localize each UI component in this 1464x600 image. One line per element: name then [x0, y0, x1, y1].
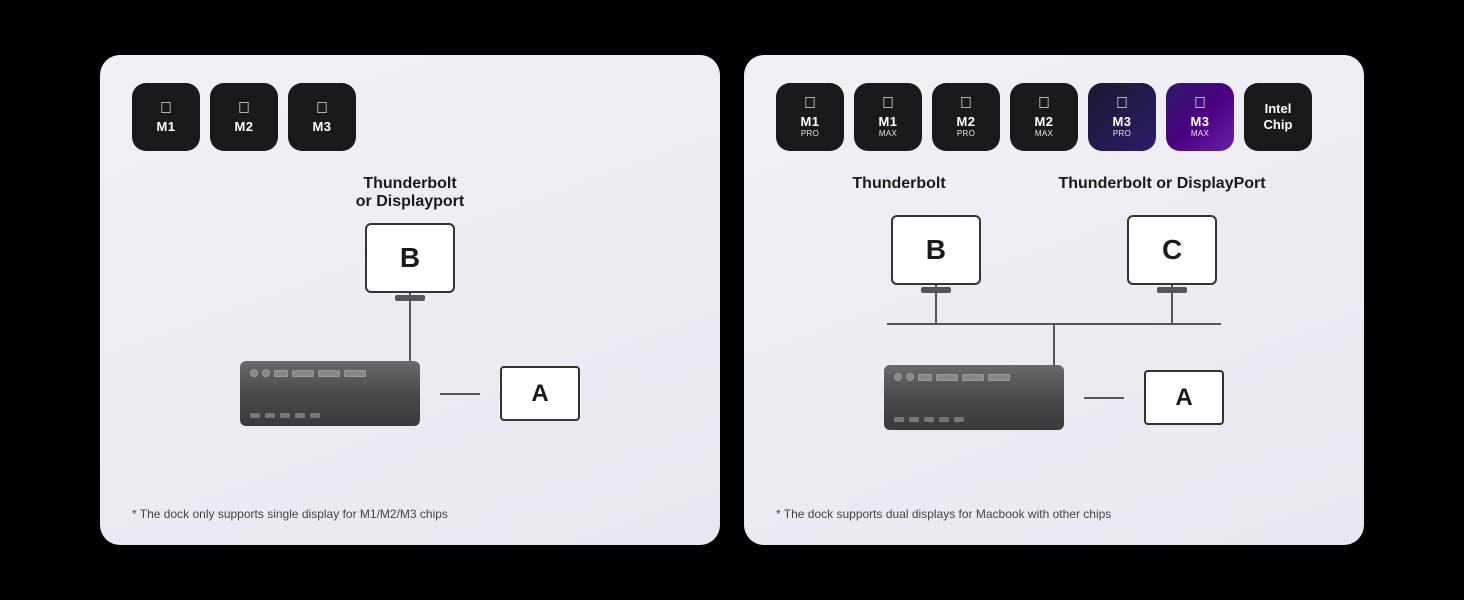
dual-footnote: * The dock supports dual displays for Ma…: [776, 487, 1332, 521]
port-1: [250, 369, 258, 377]
port-tb-1: [250, 413, 260, 418]
center-v-line: [1053, 325, 1055, 365]
chip-badge-m2-pro:  M2 PRO: [932, 83, 1000, 151]
dp-2: [906, 373, 914, 381]
chip-name-m2-pro: M2: [956, 114, 975, 129]
apple-logo-m1-max: : [882, 96, 894, 112]
port-tb-2: [265, 413, 275, 418]
chip-name-m1: M1: [156, 119, 175, 134]
laptop-a-dual: A: [1144, 370, 1224, 425]
apple-logo-m2: : [238, 101, 250, 117]
dual-diagram: Thunderbolt Thunderbolt or DisplayPort B: [776, 175, 1332, 487]
single-diagram: Thunderboltor Displayport B: [132, 175, 688, 487]
chip-sub-m3-max: MAX: [1191, 129, 1209, 138]
chip-sub-m2-pro: PRO: [957, 129, 975, 138]
apple-logo-m1-pro: : [804, 96, 816, 112]
chip-badge-m1-pro:  M1 PRO: [776, 83, 844, 151]
dock-device-single: [240, 361, 420, 426]
single-v-connector: [409, 301, 411, 361]
chip-badge-m3-pro:  M3 PRO: [1088, 83, 1156, 151]
port-6: [344, 370, 366, 377]
single-display-panel:  M1  M2  M3 Thunderboltor Displayport…: [100, 55, 720, 545]
chip-sub-m1-max: MAX: [879, 129, 897, 138]
port-2: [262, 369, 270, 377]
dock-ports-top: [250, 369, 410, 377]
apple-logo-m2-max: : [1038, 96, 1050, 112]
chip-badge-m3-max:  M3 MAX: [1166, 83, 1234, 151]
dock-ports-top-dual: [894, 373, 1054, 381]
dock-ports-bottom-dual: [894, 417, 1054, 422]
port-tb-4: [295, 413, 305, 418]
single-display-label: Thunderboltor Displayport: [356, 175, 464, 211]
chip-sub-m2-max: MAX: [1035, 129, 1053, 138]
dtb-3: [924, 417, 934, 422]
apple-logo-m3-max: : [1194, 96, 1206, 112]
dp-3: [918, 374, 932, 381]
port-4: [292, 370, 314, 377]
dock-row-dual: A: [884, 365, 1224, 430]
dual-h-connector: [1084, 397, 1124, 399]
port-tb-3: [280, 413, 290, 418]
chip-badge-m2-max:  M2 MAX: [1010, 83, 1078, 151]
chip-badge-m1-max:  M1 MAX: [854, 83, 922, 151]
monitor-b-col: B: [891, 215, 981, 323]
chip-name-m2-max: M2: [1034, 114, 1053, 129]
chip-name-m1-pro: M1: [800, 114, 819, 129]
dock-device-dual: [884, 365, 1064, 430]
laptop-a-single: A: [500, 366, 580, 421]
chip-name-m3-pro: M3: [1112, 114, 1131, 129]
port-5: [318, 370, 340, 377]
monitor-b-letter: B: [400, 242, 420, 274]
chip-name-m2: M2: [234, 119, 253, 134]
dp-1: [894, 373, 902, 381]
dual-label-c: Thunderbolt or DisplayPort: [1058, 175, 1265, 193]
dtb-1: [894, 417, 904, 422]
single-h-connector: [440, 393, 480, 395]
chip-badge-m3:  M3: [288, 83, 356, 151]
chip-name-m3-max: M3: [1190, 114, 1209, 129]
dp-4: [936, 374, 958, 381]
chip-badge-intel: IntelChip: [1244, 83, 1312, 151]
monitor-c-col: C: [1127, 215, 1217, 323]
apple-logo-m3-pro: : [1116, 96, 1128, 112]
chip-badge-m1:  M1: [132, 83, 200, 151]
dtb-5: [954, 417, 964, 422]
chip-badge-m2:  M2: [210, 83, 278, 151]
chip-name-m1-max: M1: [878, 114, 897, 129]
dock-ports-bottom: [250, 413, 410, 418]
chips-row-single:  M1  M2  M3: [132, 83, 688, 151]
apple-logo-m1: : [160, 101, 172, 117]
main-container:  M1  M2  M3 Thunderboltor Displayport…: [0, 15, 1464, 585]
monitor-b-box: B: [365, 223, 455, 293]
dual-display-panel:  M1 PRO  M1 MAX  M2 PRO  M2 MAX  M3: [744, 55, 1364, 545]
monitor-c-dual: C: [1127, 215, 1217, 285]
laptop-a-label-dual: A: [1175, 384, 1192, 412]
dual-label-b: Thunderbolt: [852, 175, 945, 193]
monitor-c-letter: C: [1162, 234, 1182, 266]
chip-sub-m1-pro: PRO: [801, 129, 819, 138]
monitor-b-wrapper: B: [365, 223, 455, 301]
monitor-b-letter-dual: B: [926, 234, 946, 266]
monitor-b-dual: B: [891, 215, 981, 285]
dtb-2: [909, 417, 919, 422]
intel-label: IntelChip: [1264, 101, 1293, 132]
laptop-a-label-single: A: [531, 380, 548, 408]
port-3: [274, 370, 288, 377]
apple-logo-m3: : [316, 101, 328, 117]
chips-row-dual:  M1 PRO  M1 MAX  M2 PRO  M2 MAX  M3: [776, 83, 1332, 151]
dp-5: [962, 374, 984, 381]
dock-row-single: A: [240, 361, 580, 426]
apple-logo-m2-pro: : [960, 96, 972, 112]
single-footnote: * The dock only supports single display …: [132, 487, 688, 521]
chip-name-m3: M3: [312, 119, 331, 134]
dp-6: [988, 374, 1010, 381]
dtb-4: [939, 417, 949, 422]
chip-sub-m3-pro: PRO: [1113, 129, 1131, 138]
port-tb-5: [310, 413, 320, 418]
